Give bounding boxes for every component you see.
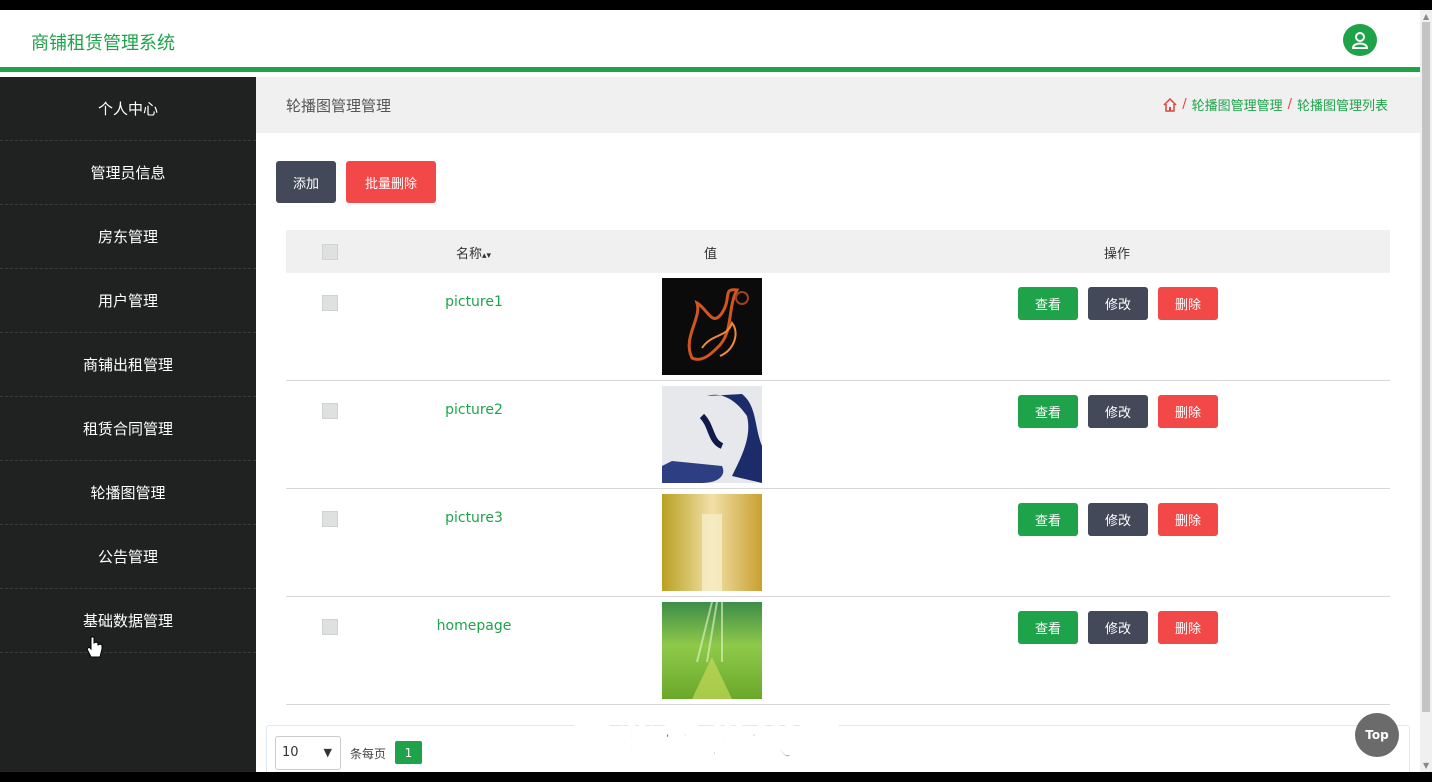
table-row: homepage 查看 修改 删除 [286,597,1390,705]
sidebar-item-shop-rental[interactable]: 商铺出租管理 [0,333,256,397]
row-checkbox[interactable] [322,295,338,311]
row-checkbox[interactable] [322,403,338,419]
breadcrumb: / 轮播图管理管理 / 轮播图管理列表 [1163,95,1388,114]
thumbnail-image [662,602,762,699]
delete-button[interactable]: 删除 [1158,503,1218,536]
page-header: 轮播图管理管理 / 轮播图管理管理 / 轮播图管理列表 [256,77,1420,133]
sidebar-item-personal-center[interactable]: 个人中心 [0,77,256,141]
sidebar: 个人中心 管理员信息 房东管理 用户管理 商铺出租管理 租赁合同管理 轮播图管理… [0,77,256,772]
row-name: picture1 [445,294,503,310]
thumbnail-image [662,278,762,375]
sort-icon[interactable]: ▴▾ [482,251,491,261]
sidebar-item-label: 轮播图管理 [90,484,166,502]
sidebar-item-label: 基础数据管理 [82,612,173,630]
breadcrumb-item[interactable]: 轮播图管理管理 [1192,95,1283,114]
batch-delete-button[interactable]: 批量删除 [346,161,436,203]
page-size-value: 10 [282,745,299,760]
row-checkbox[interactable] [322,511,338,527]
breadcrumb-separator: / [1287,97,1292,112]
per-page-label: 条每页 [350,747,387,761]
user-avatar-icon[interactable] [1343,24,1377,56]
sidebar-item-notices[interactable]: 公告管理 [0,525,256,589]
main-content: 轮播图管理管理 / 轮播图管理管理 / 轮播图管理列表 添加 批量删除 名称▴▾… [256,77,1420,772]
view-button[interactable]: 查看 [1018,395,1078,428]
add-button[interactable]: 添加 [276,161,336,203]
sidebar-item-label: 个人中心 [97,100,158,118]
table-header: 名称▴▾ 值 操作 [286,230,1390,273]
page-size-select[interactable]: 10 ▼ [275,736,341,770]
mouse-cursor-icon [86,636,103,658]
sidebar-item-label: 用户管理 [97,292,158,310]
sidebar-item-label: 管理员信息 [90,164,166,182]
sidebar-item-lease-contract[interactable]: 租赁合同管理 [0,397,256,461]
row-name: picture2 [445,402,503,418]
app-window: 商铺租赁管理系统 个人中心 管理员信息 房东管理 用户管理 商铺出租管理 租赁合… [0,10,1432,772]
edit-button[interactable]: 修改 [1088,287,1148,320]
sidebar-item-landlord[interactable]: 房东管理 [0,205,256,269]
column-header-name[interactable]: 名称▴▾ [456,243,491,262]
sidebar-item-label: 商铺出租管理 [82,356,173,374]
top-header: 商铺租赁管理系统 [0,10,1420,72]
thumbnail-image [662,494,762,591]
chevron-down-icon: ▼ [323,746,332,759]
sidebar-item-label: 公告管理 [97,548,158,566]
thumbnail-image [662,386,762,483]
carousel-table: 名称▴▾ 值 操作 picture1 查看 修改 删除 picture2 查看 … [286,230,1390,705]
delete-button[interactable]: 删除 [1158,395,1218,428]
page-number-button[interactable]: 1 [395,741,422,764]
view-button[interactable]: 查看 [1018,503,1078,536]
delete-button[interactable]: 删除 [1158,287,1218,320]
page-title: 轮播图管理管理 [286,97,392,115]
column-header-actions: 操作 [1104,247,1131,262]
breadcrumb-separator: / [1182,97,1187,112]
edit-button[interactable]: 修改 [1088,395,1148,428]
app-title: 商铺租赁管理系统 [31,33,175,54]
sidebar-item-label: 房东管理 [97,228,158,246]
column-header-value: 值 [704,247,718,262]
sidebar-item-admin-info[interactable]: 管理员信息 [0,141,256,205]
select-all-checkbox[interactable] [322,244,338,260]
view-button[interactable]: 查看 [1018,287,1078,320]
sidebar-item-label: 租赁合同管理 [82,420,173,438]
edit-button[interactable]: 修改 [1088,611,1148,644]
edit-button[interactable]: 修改 [1088,503,1148,536]
row-name: picture3 [445,510,503,526]
table-row: picture2 查看 修改 删除 [286,381,1390,489]
view-button[interactable]: 查看 [1018,611,1078,644]
table-row: picture3 查看 修改 删除 [286,489,1390,597]
breadcrumb-item[interactable]: 轮播图管理列表 [1297,95,1388,114]
column-header-name-label: 名称 [456,247,483,262]
delete-button[interactable]: 删除 [1158,611,1218,644]
vertical-scrollbar[interactable]: ▲ ▼ [1420,10,1432,772]
scroll-down-icon[interactable]: ▼ [1423,761,1429,770]
home-icon[interactable] [1163,97,1177,112]
back-to-top-button[interactable]: Top [1355,713,1399,757]
sidebar-item-carousel[interactable]: 轮播图管理 [0,461,256,525]
row-checkbox[interactable] [322,619,338,635]
sidebar-item-base-data[interactable]: 基础数据管理 [0,589,256,653]
scrollbar-thumb[interactable] [1422,22,1430,712]
row-name: homepage [436,618,512,634]
watermark-text: 专业毕设代做 [569,713,840,766]
table-row: picture1 查看 修改 删除 [286,273,1390,381]
sidebar-item-users[interactable]: 用户管理 [0,269,256,333]
scroll-up-icon[interactable]: ▲ [1423,12,1429,21]
